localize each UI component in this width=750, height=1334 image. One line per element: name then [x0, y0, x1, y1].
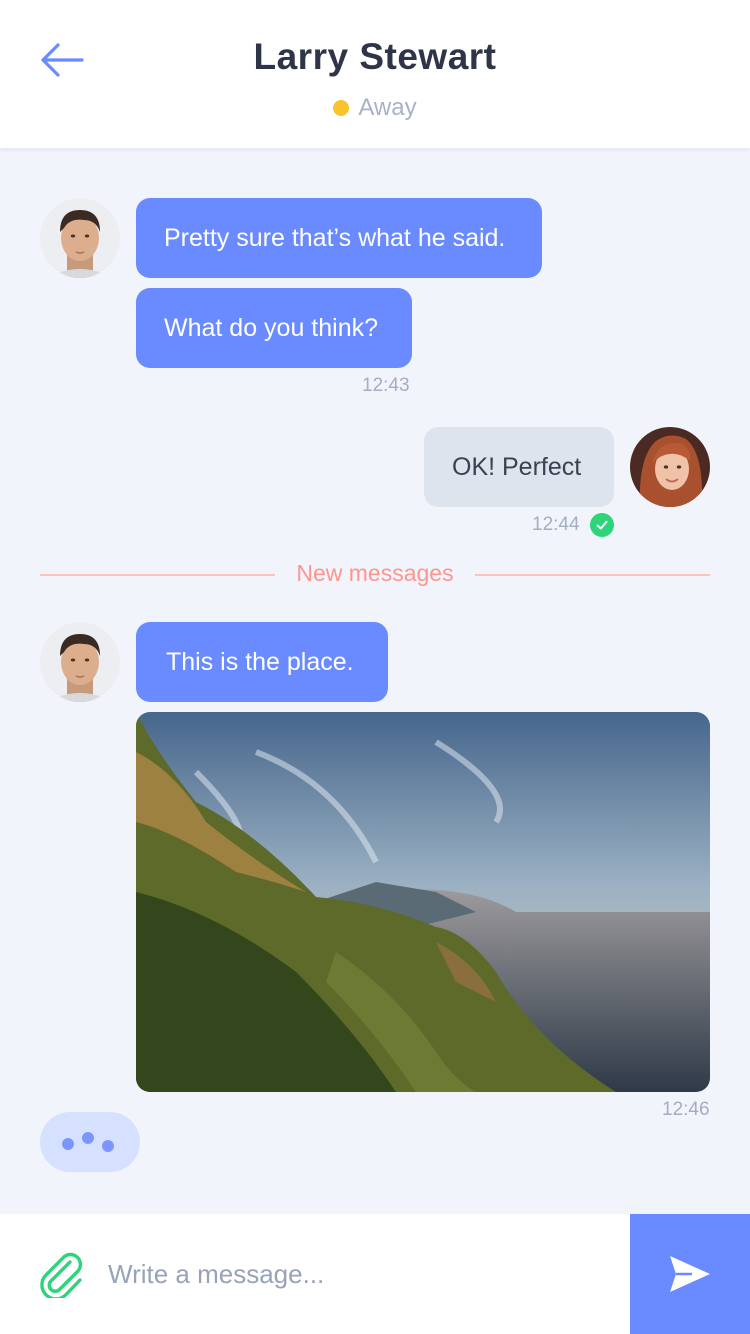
message-bubble[interactable]: This is the place. — [136, 622, 388, 702]
message-bubble-outgoing[interactable]: OK! Perfect — [424, 427, 614, 507]
chat-header: Larry Stewart Away — [0, 0, 750, 148]
shared-photo[interactable] — [136, 712, 710, 1092]
message-input[interactable] — [108, 1250, 608, 1298]
status-label: Away — [358, 94, 417, 121]
typing-dot — [62, 1138, 74, 1150]
contact-avatar[interactable] — [40, 198, 120, 278]
message-timestamp: 12:43 — [362, 375, 410, 396]
typing-dot — [102, 1140, 114, 1152]
status-dot — [333, 100, 350, 116]
message-bubble[interactable]: Pretty sure that’s what he said. — [136, 198, 542, 278]
send-button[interactable] — [630, 1214, 750, 1334]
typing-indicator — [40, 1112, 140, 1172]
read-check-icon — [590, 513, 614, 537]
send-icon — [670, 1256, 710, 1292]
new-messages-divider: New messages — [296, 560, 454, 586]
attach-button[interactable] — [36, 1248, 86, 1301]
divider-line-right — [475, 574, 710, 576]
divider-line-left — [40, 574, 275, 576]
typing-dot — [82, 1132, 94, 1144]
presence-status: Away — [0, 94, 750, 122]
message-timestamp: 12:44 — [532, 514, 580, 535]
message-composer — [0, 1214, 750, 1334]
message-bubble[interactable]: What do you think? — [136, 288, 412, 368]
message-timestamp: 12:46 — [662, 1099, 710, 1120]
paperclip-icon — [40, 1252, 83, 1301]
user-avatar[interactable] — [630, 427, 710, 507]
contact-avatar[interactable] — [40, 622, 120, 702]
contact-name: Larry Stewart — [253, 36, 497, 77]
